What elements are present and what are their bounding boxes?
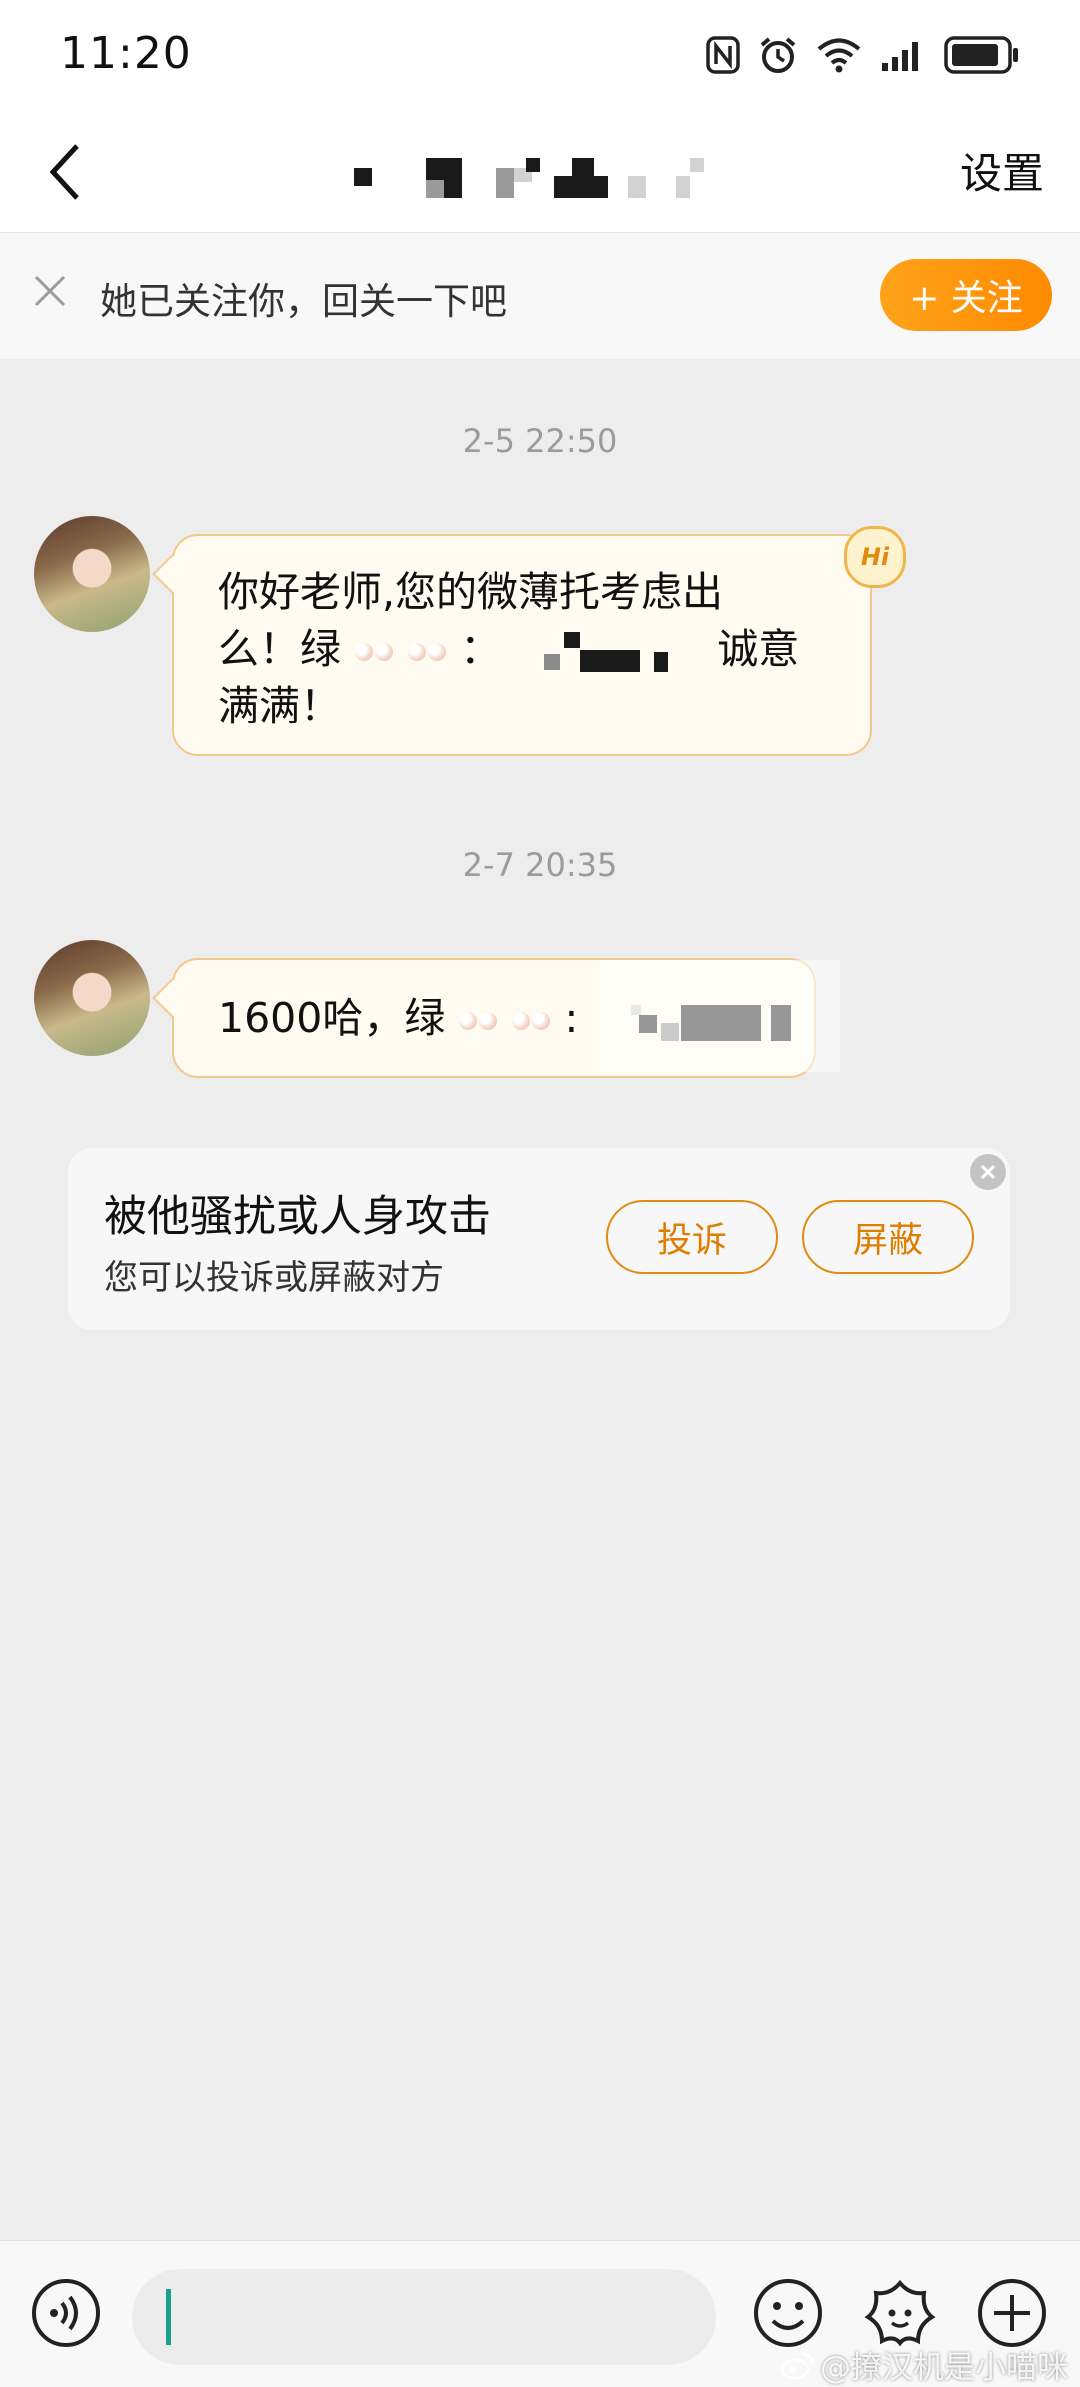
message-text-segment: 么！绿 [218, 625, 341, 673]
nav-bar: 设置 [0, 110, 1080, 233]
message-bubble[interactable]: 你好老师,您的微薄托考虑出 么！绿 ： 诚意 满满！ [172, 534, 872, 756]
follow-button[interactable]: + 关注 [880, 259, 1052, 331]
redaction-overlay [600, 960, 840, 1072]
status-bar: 11:20 [0, 0, 1080, 110]
block-button[interactable]: 屏蔽 [802, 1200, 974, 1274]
alarm-icon [760, 37, 796, 73]
redacted-contact-mosaic [534, 630, 684, 674]
voice-icon [32, 2279, 100, 2347]
message-text-line: 满满！ [218, 682, 341, 730]
bead-emoji-icon [459, 1012, 478, 1030]
chat-screen: 11:20 设置 她已关注你，回关一下吧 + 关注 2-5 22:50 你好老师… [0, 0, 1080, 2387]
message-text-segment: 1600哈，绿 [218, 994, 446, 1042]
bead-emoji-icon [532, 1012, 551, 1030]
sender-avatar[interactable] [34, 940, 150, 1056]
hi-badge-icon: Hi [844, 526, 906, 588]
battery-icon [944, 36, 1018, 74]
settings-button[interactable]: 设置 [960, 140, 1044, 201]
watermark-text: @撩汉机是小喵咪 [820, 2350, 1068, 2386]
message-input[interactable] [132, 2269, 716, 2365]
message-timestamp: 2-7 20:35 [462, 846, 618, 884]
follow-back-banner: 她已关注你，回关一下吧 + 关注 [0, 233, 1080, 359]
status-icons [706, 30, 1020, 80]
more-button[interactable] [976, 2277, 1048, 2349]
watermark: @撩汉机是小喵咪 [780, 2342, 1068, 2387]
back-button[interactable] [30, 132, 100, 212]
sticker-flower-icon [864, 2279, 936, 2347]
bead-emoji-icon [428, 643, 447, 661]
signal-icon [882, 42, 918, 71]
sender-avatar[interactable] [34, 516, 150, 632]
plus-circle-icon [978, 2279, 1046, 2347]
wifi-icon [817, 38, 861, 73]
text-caret [166, 2289, 171, 2345]
bead-emoji-icon [375, 643, 394, 661]
message-text-segment: : [564, 994, 579, 1042]
message-text-line: 你好老师,您的微薄托考虑出 [218, 568, 724, 616]
chevron-left-icon [49, 144, 79, 200]
message-text-segment: ： [460, 625, 502, 673]
close-icon [980, 1164, 996, 1180]
message-text-segment: 诚意 [717, 625, 800, 673]
complain-button[interactable]: 投诉 [606, 1200, 778, 1274]
message-timestamp: 2-5 22:50 [462, 422, 618, 460]
contact-name-mosaic [340, 150, 740, 200]
nfc-icon [706, 36, 740, 74]
close-icon [34, 275, 66, 307]
bead-emoji-icon [355, 643, 374, 661]
emoji-button[interactable] [752, 2277, 824, 2349]
voice-button[interactable] [30, 2277, 102, 2349]
bead-emoji-icon [479, 1012, 498, 1030]
bead-emoji-icon [512, 1012, 531, 1030]
smiley-icon [754, 2279, 822, 2347]
close-banner-button[interactable] [30, 271, 70, 311]
close-card-button[interactable] [970, 1154, 1006, 1190]
follow-back-text: 她已关注你，回关一下吧 [100, 280, 507, 323]
message-text-line: 么！绿 ： 诚意 [218, 621, 840, 678]
report-subtitle: 您可以投诉或屏蔽对方 [104, 1258, 444, 1298]
harassment-report-card: 被他骚扰或人身攻击 您可以投诉或屏蔽对方 投诉 屏蔽 [68, 1148, 1010, 1330]
bead-emoji-icon [408, 643, 427, 661]
status-time: 11:20 [60, 28, 192, 79]
report-title: 被他骚扰或人身攻击 [104, 1192, 491, 1242]
sticker-button[interactable] [864, 2277, 936, 2349]
weibo-logo-icon [780, 2352, 814, 2379]
